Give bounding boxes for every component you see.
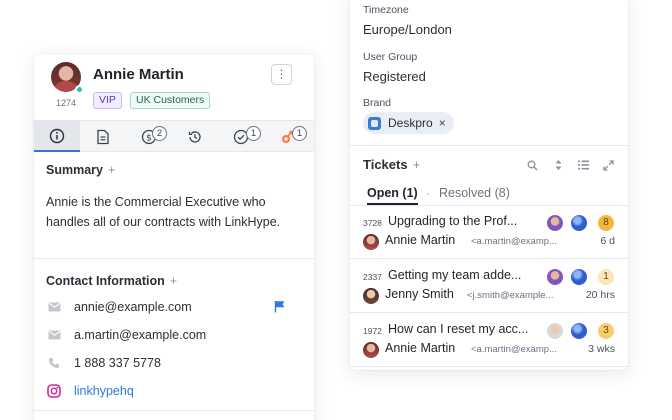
agent-avatar [547, 215, 563, 231]
tab-notes[interactable] [80, 121, 126, 152]
team-avatar [571, 215, 587, 231]
expand-icon[interactable] [601, 158, 615, 172]
email-icon [46, 299, 62, 315]
timezone-label: Timezone [363, 4, 409, 16]
tab-hubspot[interactable]: 1 [264, 121, 310, 152]
tab-history[interactable] [172, 121, 218, 152]
summary-title-label: Summary [46, 163, 103, 177]
contact-id: 1274 [56, 98, 77, 108]
contact-info-title: Contact Information + [46, 274, 177, 288]
tag-uk-customers[interactable]: UK Customers [130, 92, 211, 109]
contact-name[interactable]: Annie Martin [93, 66, 184, 83]
usergroup-value[interactable]: Registered [363, 69, 426, 84]
usergroup-label: User Group [363, 51, 418, 63]
ticket-id: 3728 [363, 218, 382, 228]
ticket-id: 1972 [363, 326, 382, 336]
email-icon [46, 327, 62, 343]
divider [34, 410, 314, 411]
email-secondary-row[interactable]: a.martin@example.com [46, 325, 302, 345]
tickets-title-label: Tickets [363, 157, 408, 172]
tickets-tab-resolved[interactable]: Resolved (8) [439, 186, 510, 200]
ticket-row[interactable]: 3728 Upgrading to the Prof... 8 Annie Ma… [350, 206, 628, 259]
ticket-age: 20 hrs [585, 289, 615, 301]
tab-tasks[interactable]: 1 [218, 121, 264, 152]
list-view-icon[interactable] [576, 158, 590, 172]
agent-avatar [547, 269, 563, 285]
ticket-message-count: 1 [598, 269, 614, 285]
info-icon [49, 128, 65, 143]
ticket-title[interactable]: Getting my team adde... [388, 268, 521, 282]
requester-email: <a.martin@examp... [471, 344, 557, 355]
primary-flag-icon [274, 300, 286, 316]
deskpro-logo-icon [368, 116, 381, 130]
contact-tabbar: $ 2 1 1 [34, 120, 314, 152]
email-primary-row[interactable]: annie@example.com [46, 297, 302, 317]
add-contact-info-button[interactable]: + [170, 274, 177, 288]
sort-icon[interactable] [551, 158, 565, 172]
tab-billing-badge: 2 [152, 126, 167, 141]
tickets-title: Tickets + [363, 157, 420, 172]
requester-email: <j.smith@example... [467, 290, 554, 301]
document-icon [97, 129, 109, 144]
online-status-icon [75, 85, 84, 94]
tab-billing[interactable]: $ 2 [126, 121, 172, 152]
ticket-title[interactable]: Upgrading to the Prof... [388, 214, 517, 228]
divider [350, 145, 628, 146]
requester-avatar [363, 234, 379, 250]
tag-vip[interactable]: VIP [93, 92, 122, 109]
add-summary-button[interactable]: + [108, 163, 115, 177]
requester-email: <a.martin@examp... [471, 236, 557, 247]
phone-row[interactable]: 1 888 337 5778 [46, 353, 302, 373]
contact-header: Annie Martin 1274 VIP UK Customers ⋮ [34, 54, 314, 120]
summary-title: Summary + [46, 163, 115, 177]
svg-text:$: $ [146, 133, 152, 143]
ticket-row[interactable]: 2337 Getting my team adde... 1 Jenny Smi… [350, 260, 628, 313]
instagram-row[interactable]: linkhypehq [46, 381, 302, 401]
details-card: Timezone Europe/London User Group Regist… [350, 0, 628, 370]
ticket-message-count: 8 [598, 215, 614, 231]
team-avatar [571, 323, 587, 339]
requester-avatar [363, 342, 379, 358]
team-avatar [571, 269, 587, 285]
contact-card: Annie Martin 1274 VIP UK Customers ⋮ $ 2… [34, 54, 314, 420]
brand-chip-label: Deskpro [388, 116, 433, 130]
more-menu-button[interactable]: ⋮ [271, 64, 292, 85]
tickets-tab-open[interactable]: Open (1) [367, 186, 418, 205]
email-primary[interactable]: annie@example.com [74, 300, 192, 314]
divider [34, 258, 314, 259]
tab-tasks-badge: 1 [246, 126, 261, 141]
phone-icon [46, 355, 62, 371]
requester-name: Annie Martin [385, 233, 456, 247]
tickets-tab-separator: · [426, 186, 430, 200]
remove-brand-button[interactable]: × [439, 116, 446, 130]
search-icon[interactable] [525, 158, 539, 172]
ticket-row[interactable]: 1972 How can I reset my acc... 3 Annie M… [350, 314, 628, 367]
add-ticket-button[interactable]: + [413, 157, 421, 172]
summary-text: Annie is the Commercial Executive who ha… [46, 195, 281, 229]
ticket-id: 2337 [363, 272, 382, 282]
brand-label: Brand [363, 97, 392, 109]
agent-avatar [547, 323, 563, 339]
tab-info[interactable] [34, 121, 80, 152]
ticket-age: 3 wks [588, 343, 615, 355]
requester-name: Annie Martin [385, 341, 456, 355]
timezone-value[interactable]: Europe/London [363, 22, 452, 37]
instagram-link[interactable]: linkhypehq [74, 384, 134, 398]
brand-chip[interactable]: Deskpro × [363, 112, 454, 134]
instagram-icon [46, 383, 62, 399]
ticket-message-count: 3 [598, 323, 614, 339]
email-secondary[interactable]: a.martin@example.com [74, 328, 206, 342]
phone-number[interactable]: 1 888 337 5778 [74, 356, 161, 370]
ticket-title[interactable]: How can I reset my acc... [388, 322, 528, 336]
requester-name: Jenny Smith [385, 287, 454, 301]
tab-hubspot-badge: 1 [292, 126, 307, 141]
ticket-age: 6 d [600, 235, 615, 247]
contact-info-title-label: Contact Information [46, 274, 165, 288]
more-vertical-icon: ⋮ [275, 67, 288, 81]
requester-avatar [363, 288, 379, 304]
history-icon [188, 130, 201, 143]
